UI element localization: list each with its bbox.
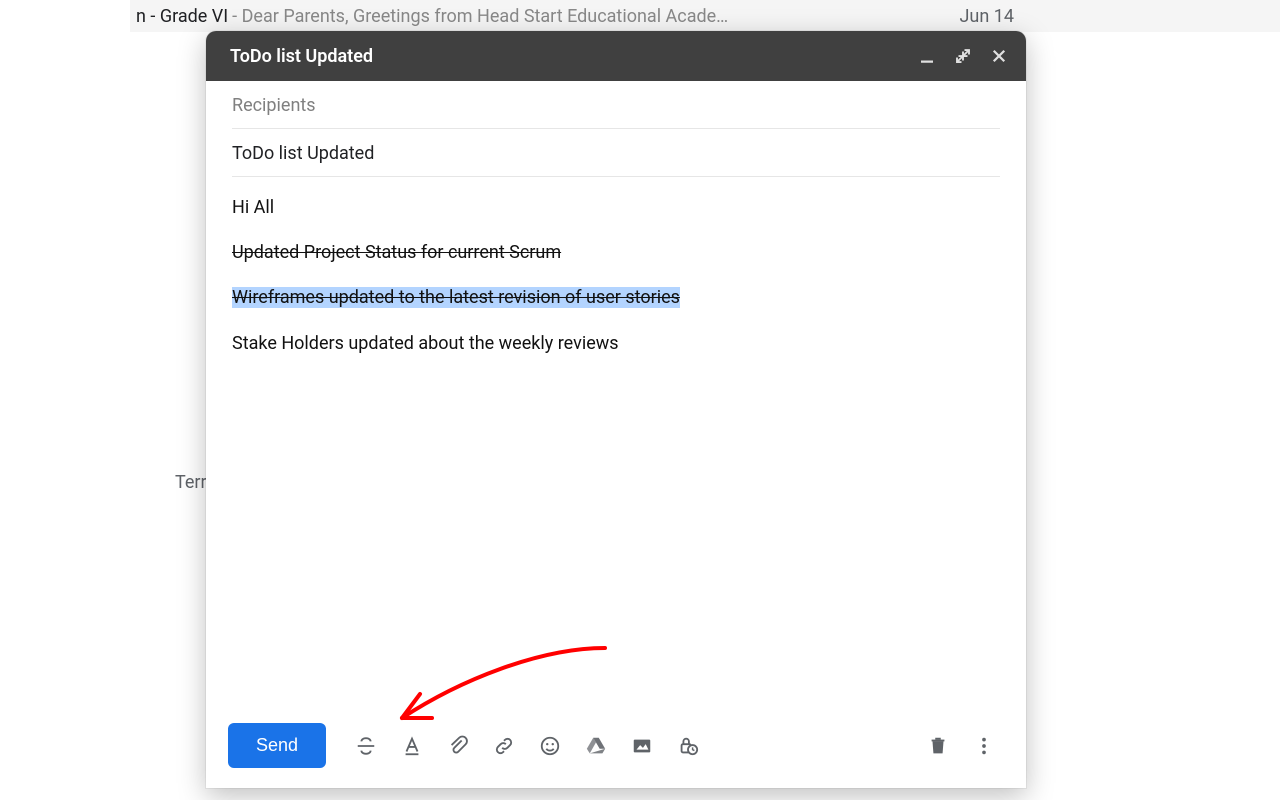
subject-text: ToDo list Updated — [232, 143, 374, 164]
compose-window: ToDo list Updated Recipients ToDo list U… — [206, 31, 1026, 788]
formatting-button[interactable] — [392, 726, 432, 766]
inbox-row-preview: - Dear Parents, Greetings from Head Star… — [232, 6, 728, 27]
body-line-1: Updated Project Status for current Scrum — [232, 242, 561, 263]
discard-draft-button[interactable] — [918, 726, 958, 766]
text-format-icon — [401, 735, 423, 757]
link-icon — [493, 735, 515, 757]
inbox-row-date: Jun 14 — [960, 6, 1015, 27]
compose-title: ToDo list Updated — [230, 46, 373, 67]
fullscreen-button[interactable] — [954, 47, 972, 65]
confidential-mode-button[interactable] — [668, 726, 708, 766]
attach-button[interactable] — [438, 726, 478, 766]
inbox-row[interactable]: n - Grade VI - Dear Parents, Greetings f… — [130, 0, 1280, 32]
inbox-row-title-fragment: n - Grade VI — [136, 6, 228, 27]
insert-photo-button[interactable] — [622, 726, 662, 766]
recipients-field[interactable]: Recipients — [232, 81, 1000, 129]
recipients-placeholder: Recipients — [232, 95, 316, 116]
body-line-3: Stake Holders updated about the weekly r… — [232, 331, 1000, 356]
strikethrough-icon — [355, 735, 377, 757]
compose-body[interactable]: Hi All Updated Project Status for curren… — [206, 177, 1026, 709]
emoji-icon — [539, 735, 561, 757]
insert-link-button[interactable] — [484, 726, 524, 766]
subject-field[interactable]: ToDo list Updated — [232, 129, 1000, 177]
close-icon — [990, 47, 1008, 65]
minimize-icon — [918, 47, 936, 65]
compose-toolbar: Send — [206, 709, 1026, 788]
body-line-2-selected: Wireframes updated to the latest revisio… — [232, 287, 680, 308]
more-options-button[interactable] — [964, 726, 1004, 766]
background-text-fragment: Terr — [175, 472, 207, 493]
more-vert-icon — [973, 735, 995, 757]
compose-header: ToDo list Updated — [206, 31, 1026, 81]
paperclip-icon — [447, 735, 469, 757]
lock-clock-icon — [677, 735, 699, 757]
insert-drive-button[interactable] — [576, 726, 616, 766]
minimize-button[interactable] — [918, 47, 936, 65]
close-button[interactable] — [990, 47, 1008, 65]
strikethrough-button[interactable] — [346, 726, 386, 766]
expand-icon — [954, 47, 972, 65]
trash-icon — [927, 735, 949, 757]
image-icon — [631, 735, 653, 757]
send-button[interactable]: Send — [228, 723, 326, 768]
body-greeting: Hi All — [232, 195, 1000, 220]
insert-emoji-button[interactable] — [530, 726, 570, 766]
drive-icon — [585, 735, 607, 757]
